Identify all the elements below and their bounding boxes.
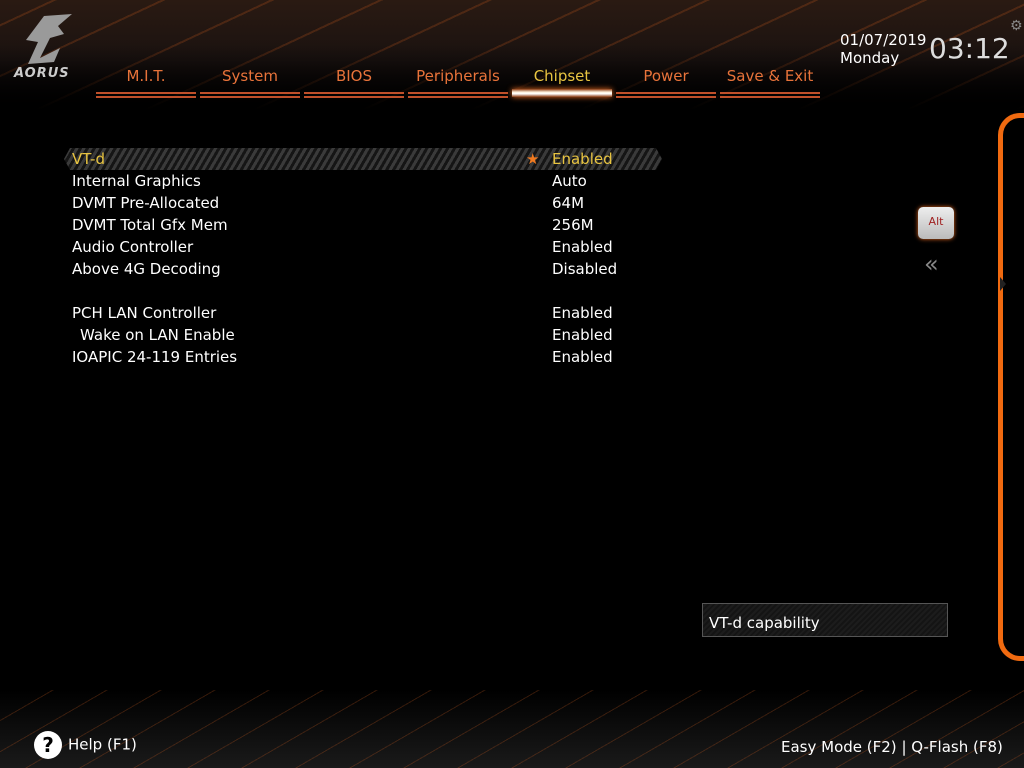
gear-icon[interactable]: ⚙ [1010,18,1023,34]
question-icon: ? [34,731,62,759]
setting-row-audio-controller[interactable]: Audio Controller Enabled [64,236,662,258]
qflash-button[interactable]: Q-Flash (F8) [911,738,1003,756]
clock: 03:12 [929,32,1010,65]
help-description: VT-d capability [702,603,948,637]
aorus-logo: AORUS [14,12,76,82]
setting-row-dvmt-pre-allocated[interactable]: DVMT Pre-Allocated 64M [64,192,662,214]
setting-row-vt-d[interactable]: VT-d ★ Enabled [64,148,662,170]
setting-row-above-4g-decoding[interactable]: Above 4G Decoding Disabled [64,258,662,280]
tab-power[interactable]: Power [616,67,716,98]
tab-peripherals[interactable]: Peripherals [408,67,508,98]
tab-system[interactable]: System [200,67,300,98]
footer-banner [0,690,1024,768]
tab-mit[interactable]: M.I.T. [96,67,196,98]
arrow-right-icon [1000,277,1006,291]
setting-row-wake-on-lan[interactable]: Wake on LAN Enable Enabled [64,324,662,346]
weekday: Monday [840,49,900,67]
tab-chipset[interactable]: Chipset [512,67,612,97]
side-panel-toggle[interactable] [998,113,1024,661]
setting-row-pch-lan-controller[interactable]: PCH LAN Controller Enabled [64,302,662,324]
date: 01/07/2019 [840,31,927,49]
date-display: 01/07/2019 Monday [840,31,926,67]
help-button[interactable]: ? Help (F1) [34,731,137,759]
help-label: Help (F1) [68,735,137,754]
setting-row-dvmt-total-gfx-mem[interactable]: DVMT Total Gfx Mem 256M [64,214,662,236]
alt-key-button[interactable]: Alt [918,207,954,239]
footer-shortcuts: Easy Mode (F2) | Q-Flash (F8) [781,738,1003,756]
setting-row-internal-graphics[interactable]: Internal Graphics Auto [64,170,662,192]
double-chevron-left-icon[interactable]: « [924,250,939,278]
easy-mode-button[interactable]: Easy Mode (F2) [781,738,897,756]
tab-save-exit[interactable]: Save & Exit [720,67,820,98]
setting-row-ioapic-entries[interactable]: IOAPIC 24-119 Entries Enabled [64,346,662,368]
separator: | [901,738,907,756]
star-icon: ★ [526,150,540,168]
tab-bios[interactable]: BIOS [304,67,404,98]
